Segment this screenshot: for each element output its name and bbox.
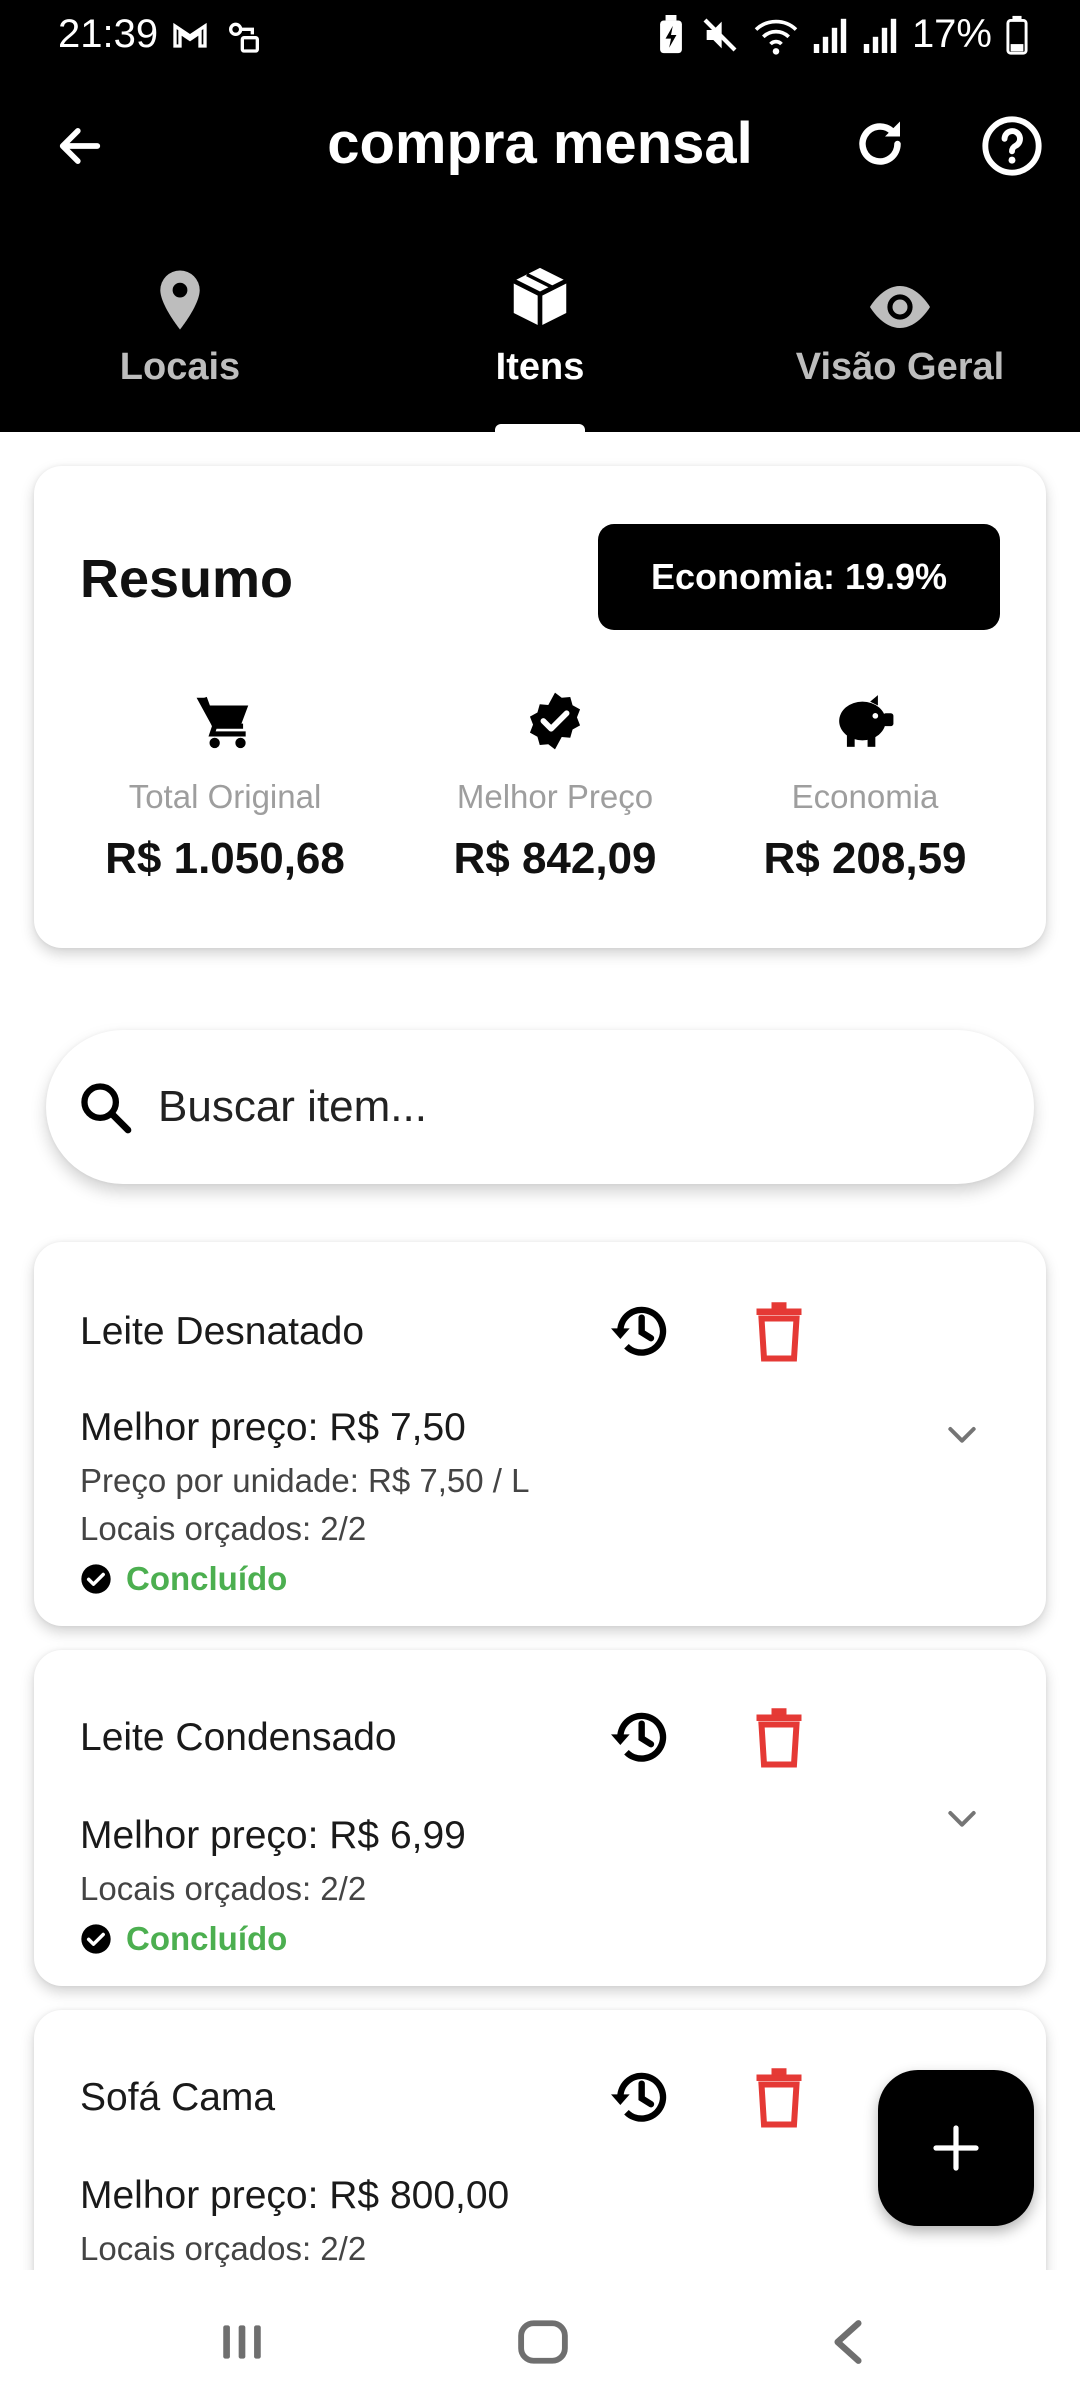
unit-price: Preço por unidade: R$ 7,50 / L [80,1462,530,1499]
refresh-icon [859,121,901,165]
vpn-key-icon [224,16,264,61]
app-bar: compra mensal Locais Itens Visão Geral [0,72,1080,432]
home-button[interactable] [503,2310,583,2374]
status-badge: Concluído [80,1560,287,1598]
system-back-button[interactable] [808,2310,888,2374]
history-button[interactable] [604,1702,674,1772]
history-icon [611,1712,667,1762]
item-card[interactable]: Leite Desnatado Melhor preço: R$ 7,50 Pr… [34,1242,1046,1626]
stat-value: R$ 208,59 [763,834,967,883]
trash-icon [756,2068,802,2128]
tab-itens[interactable]: Itens [360,252,720,432]
stat-total-original: Total Original R$ 1.050,68 [100,688,350,884]
check-circle-icon [81,1564,111,1594]
box-icon [504,252,576,332]
history-icon [611,2072,667,2122]
signal-icon [812,15,848,55]
locations-count: Locais orçados: 2/2 [80,1870,367,1907]
page-title: compra mensal [327,111,753,176]
refresh-button[interactable] [850,114,910,174]
add-item-button[interactable] [878,2070,1034,2226]
recent-apps-button[interactable] [202,2310,282,2374]
history-button[interactable] [604,1296,674,1366]
item-card[interactable]: Leite Condensado Melhor preço: R$ 6,99 L… [34,1650,1046,1986]
item-name: Sofá Cama [80,2076,276,2119]
battery-saver-icon [656,14,686,55]
status-text: Concluído [126,1920,288,1957]
tab-indicator [495,424,585,432]
delete-button[interactable] [744,2062,814,2132]
tab-label: Visão Geral [795,346,1005,388]
eye-icon [864,252,936,332]
expand-button[interactable] [934,1790,990,1846]
tab-visao-geral[interactable]: Visão Geral [720,252,1080,432]
trash-icon [756,1302,802,1362]
economy-badge: Economia: 19.9% [598,524,1000,630]
status-left-icons [170,16,264,61]
status-text: Concluído [126,1560,288,1597]
expand-button[interactable] [934,1406,990,1462]
tab-label: Itens [495,346,585,388]
best-price: Melhor preço: R$ 7,50 [80,1406,466,1449]
status-right: 17% [656,12,1028,57]
stat-value: R$ 842,09 [453,834,657,883]
stat-label: Total Original [128,778,322,815]
battery-percent: 17% [911,12,992,56]
system-nav-bar [0,2270,1080,2408]
home-icon [518,2320,568,2364]
help-circle-icon [982,116,1042,176]
best-price: Melhor preço: R$ 800,00 [80,2174,510,2217]
back-icon [834,2320,862,2364]
battery-icon [1006,15,1028,55]
location-pin-icon [155,252,205,332]
cart-icon [194,688,256,754]
history-button[interactable] [604,2062,674,2132]
history-icon [611,1306,667,1356]
item-name: Leite Desnatado [80,1310,365,1353]
search-box[interactable] [46,1030,1034,1184]
status-badge: Concluído [80,1920,287,1958]
summary-title: Resumo [80,549,294,609]
best-price: Melhor preço: R$ 6,99 [80,1814,466,1857]
stat-label: Melhor Preço [456,778,654,815]
tab-locais[interactable]: Locais [0,252,360,432]
delete-button[interactable] [744,1296,814,1366]
verified-badge-icon [524,688,586,754]
stat-melhor-preco: Melhor Preço R$ 842,09 [430,688,680,884]
mute-icon [700,15,740,55]
help-button[interactable] [980,114,1044,178]
stat-value: R$ 1.050,68 [105,834,345,883]
chevron-down-icon [948,1427,976,1443]
status-time: 21:39 [58,12,159,56]
check-circle-icon [81,1924,111,1954]
wifi-icon [754,15,798,55]
signal-icon [862,15,898,55]
tab-bar: Locais Itens Visão Geral [0,252,1080,432]
piggy-bank-icon [834,688,896,754]
plus-icon [933,2125,979,2171]
locations-count: Locais orçados: 2/2 [80,2230,367,2267]
status-bar: 21:39 17% [0,0,1080,72]
delete-button[interactable] [744,1702,814,1772]
stat-economia: Economia R$ 208,59 [740,688,990,884]
locations-count: Locais orçados: 2/2 [80,1510,367,1547]
stat-label: Economia [791,778,939,815]
search-icon [76,1078,134,1141]
tab-label: Locais [119,346,241,388]
search-input[interactable] [158,1072,978,1142]
chevron-down-icon [948,1811,976,1827]
item-name: Leite Condensado [80,1716,397,1759]
recent-apps-icon [223,2325,261,2359]
gmail-icon [170,16,210,61]
trash-icon [756,1708,802,1768]
summary-card: Resumo Economia: 19.9% Total Original R$… [34,466,1046,948]
